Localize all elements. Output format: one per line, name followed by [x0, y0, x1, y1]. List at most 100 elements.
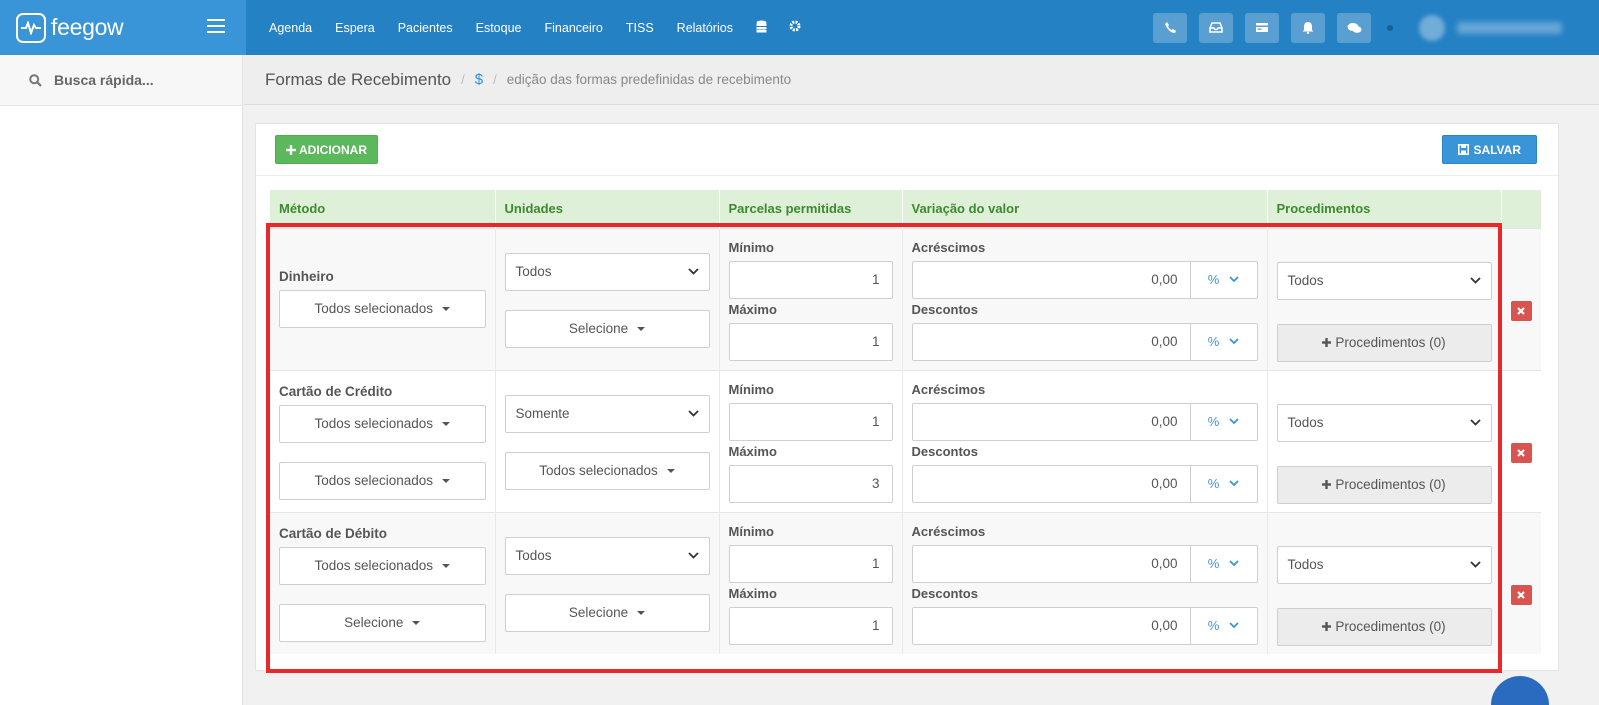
main-panel: ADICIONAR SALVAR Método Unidades Parcela…	[255, 123, 1559, 671]
procedures-button[interactable]: Procedimentos (0)	[1276, 323, 1492, 362]
header-variacao: Variação do valor	[902, 190, 1268, 228]
discount-input[interactable]: 0,00	[911, 322, 1191, 361]
header-actions	[1501, 190, 1542, 228]
payment-methods-table: Método Unidades Parcelas permitidas Vari…	[270, 190, 1542, 654]
discount-unit-dropdown[interactable]: %	[1190, 464, 1258, 503]
increase-unit-dropdown[interactable]: %	[1190, 402, 1258, 441]
method-options-dropdown-2[interactable]: Todos selecionados	[279, 461, 486, 500]
header-unidades: Unidades	[495, 190, 720, 228]
support-chat-button[interactable]	[1491, 676, 1549, 705]
units-dropdown[interactable]: Todos selecionados	[504, 451, 710, 490]
brand-name: feegow	[51, 14, 124, 40]
increase-label: Acréscimos	[911, 381, 986, 397]
increase-group: 0,00 %	[911, 402, 1258, 441]
procedures-button[interactable]: Procedimentos (0)	[1276, 465, 1492, 504]
discount-input[interactable]: 0,00	[911, 464, 1191, 503]
units-select[interactable]: Todos	[504, 536, 710, 575]
chevron-down-icon	[1229, 560, 1239, 567]
max-installments-input[interactable]: 1	[728, 606, 893, 645]
add-button-label: ADICIONAR	[299, 142, 367, 157]
units-dropdown[interactable]: Selecione	[504, 309, 710, 348]
increase-input[interactable]: 0,00	[911, 402, 1191, 441]
chevron-down-icon	[1469, 419, 1481, 426]
increase-label: Acréscimos	[911, 523, 986, 539]
close-icon	[1517, 448, 1525, 457]
search-icon	[29, 73, 42, 87]
table-row: Cartão de Crédito Todos selecionados Tod…	[270, 369, 1541, 512]
dollar-icon: $	[474, 71, 484, 88]
chevron-down-icon	[687, 268, 699, 275]
chevron-down-icon	[1469, 277, 1481, 284]
discount-label: Descontos	[911, 301, 978, 317]
database-icon[interactable]	[756, 20, 767, 36]
save-button[interactable]: SALVAR	[1442, 135, 1537, 164]
menu-toggle-icon[interactable]	[207, 19, 225, 33]
discount-unit-dropdown[interactable]: %	[1190, 606, 1258, 645]
min-installments-input[interactable]: 1	[728, 402, 893, 441]
inbox-icon[interactable]	[1199, 12, 1233, 43]
status-dot	[1387, 24, 1393, 31]
caret-down-icon	[412, 620, 421, 625]
nav-agenda[interactable]: Agenda	[269, 21, 312, 35]
discount-group: 0,00 %	[911, 322, 1258, 361]
min-installments-input[interactable]: 1	[728, 260, 893, 299]
discount-group: 0,00 %	[911, 464, 1258, 503]
increase-unit-dropdown[interactable]: %	[1190, 544, 1258, 583]
page-title: Formas de Recebimento	[265, 69, 452, 89]
max-installments-input[interactable]: 3	[728, 464, 893, 503]
increase-unit-dropdown[interactable]: %	[1190, 260, 1258, 299]
caret-down-icon	[637, 610, 646, 615]
delete-row-button[interactable]	[1510, 442, 1532, 463]
phone-icon[interactable]	[1153, 12, 1187, 43]
increase-input[interactable]: 0,00	[911, 544, 1191, 583]
bell-icon[interactable]	[1291, 12, 1325, 43]
nav-financeiro[interactable]: Financeiro	[545, 21, 603, 35]
method-options-dropdown[interactable]: Todos selecionados	[279, 404, 486, 443]
method-options-dropdown-2[interactable]: Selecione	[279, 603, 486, 642]
brand: feegow	[0, 0, 246, 55]
discount-input[interactable]: 0,00	[911, 606, 1191, 645]
user-menu[interactable]	[1419, 13, 1569, 43]
units-select[interactable]: Somente	[504, 394, 710, 433]
procedures-button[interactable]: Procedimentos (0)	[1276, 607, 1492, 646]
table-header-row: Método Unidades Parcelas permitidas Vari…	[270, 190, 1542, 228]
units-dropdown[interactable]: Selecione	[504, 593, 710, 632]
nav-estoque[interactable]: Estoque	[476, 21, 522, 35]
nav-relatorios[interactable]: Relatórios	[677, 21, 733, 35]
delete-row-button[interactable]	[1510, 300, 1532, 321]
top-navbar: feegow Agenda Espera Pacientes Estoque F…	[0, 0, 1599, 55]
min-installments-input[interactable]: 1	[728, 544, 893, 583]
method-name: Cartão de Débito	[279, 525, 388, 541]
min-label: Mínimo	[728, 523, 775, 539]
user-name-redacted	[1457, 21, 1562, 34]
nav-espera[interactable]: Espera	[335, 21, 375, 35]
procedures-select[interactable]: Todos	[1276, 261, 1492, 300]
nav-tiss[interactable]: TISS	[626, 21, 654, 35]
quick-search[interactable]: Busca rápida...	[0, 55, 242, 106]
increase-input[interactable]: 0,00	[911, 260, 1191, 299]
units-select[interactable]: Todos	[504, 252, 710, 291]
discount-unit-dropdown[interactable]: %	[1190, 322, 1258, 361]
min-label: Mínimo	[728, 381, 775, 397]
min-label: Mínimo	[728, 239, 775, 255]
procedures-select[interactable]: Todos	[1276, 545, 1492, 584]
delete-row-button[interactable]	[1510, 584, 1532, 605]
caret-down-icon	[442, 306, 451, 311]
procedures-select[interactable]: Todos	[1276, 403, 1492, 442]
header-procedimentos: Procedimentos	[1267, 190, 1502, 228]
gear-icon[interactable]	[789, 20, 801, 35]
method-options-dropdown[interactable]: Todos selecionados	[279, 289, 486, 328]
top-right-tools	[1153, 0, 1599, 55]
increase-group: 0,00 %	[911, 260, 1258, 299]
caret-down-icon	[666, 468, 675, 473]
feegow-logo-icon	[16, 12, 46, 43]
card-icon[interactable]	[1245, 12, 1279, 43]
chevron-down-icon	[687, 552, 699, 559]
chat-icon[interactable]	[1337, 12, 1371, 43]
breadcrumb-description: edição das formas predefinidas de recebi…	[506, 72, 792, 87]
nav-pacientes[interactable]: Pacientes	[398, 21, 453, 35]
max-installments-input[interactable]: 1	[728, 322, 893, 361]
add-button[interactable]: ADICIONAR	[275, 135, 378, 164]
method-options-dropdown[interactable]: Todos selecionados	[279, 546, 486, 585]
sidebar: Busca rápida...	[0, 55, 243, 705]
